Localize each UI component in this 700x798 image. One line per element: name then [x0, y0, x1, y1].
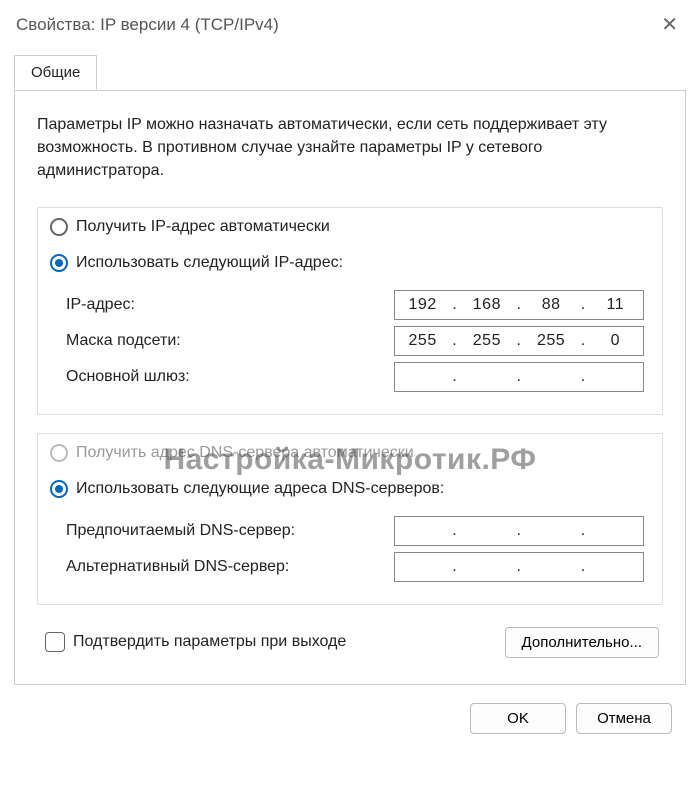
- preferred-dns-label: Предпочитаемый DNS-сервер:: [66, 522, 295, 540]
- tab-strip: [14, 90, 686, 91]
- ip-octet[interactable]: 88: [523, 296, 578, 314]
- validate-label: Подтвердить параметры при выходе: [73, 633, 346, 651]
- radio-icon: [50, 218, 68, 236]
- radio-ip-manual[interactable]: Использовать следующий IP-адрес:: [38, 244, 662, 280]
- radio-dns-manual[interactable]: Использовать следующие адреса DNS-сервер…: [38, 470, 662, 506]
- checkbox-icon: [45, 632, 65, 652]
- ip-octet[interactable]: 168: [459, 296, 514, 314]
- radio-icon: [50, 444, 68, 462]
- close-icon[interactable]: ✕: [653, 8, 686, 41]
- validate-checkbox[interactable]: Подтвердить параметры при выходе: [45, 632, 346, 652]
- advanced-button[interactable]: Дополнительно...: [505, 627, 659, 658]
- intro-text: Параметры IP можно назначать автоматичес…: [37, 113, 663, 183]
- radio-ip-auto[interactable]: Получить IP-адрес автоматически: [38, 208, 662, 244]
- radio-ip-manual-label: Использовать следующий IP-адрес:: [76, 254, 343, 272]
- tab-general[interactable]: Общие: [14, 55, 97, 90]
- ip-group: Получить IP-адрес автоматически Использо…: [37, 207, 663, 415]
- ip-octet[interactable]: 0: [588, 332, 643, 350]
- radio-icon: [50, 480, 68, 498]
- ip-address-input[interactable]: 192. 168. 88. 11: [394, 290, 644, 320]
- radio-dns-auto: Получить адрес DNS-сервера автоматически: [38, 434, 662, 470]
- ip-address-label: IP-адрес:: [66, 296, 135, 314]
- preferred-dns-input[interactable]: . . .: [394, 516, 644, 546]
- subnet-mask-label: Маска подсети:: [66, 332, 181, 350]
- ip-octet[interactable]: 255: [459, 332, 514, 350]
- radio-dns-manual-label: Использовать следующие адреса DNS-сервер…: [76, 480, 444, 498]
- ip-octet[interactable]: 255: [523, 332, 578, 350]
- ip-octet[interactable]: 11: [588, 296, 643, 314]
- radio-icon: [50, 254, 68, 272]
- ok-button[interactable]: OK: [470, 703, 566, 734]
- gateway-label: Основной шлюз:: [66, 368, 190, 386]
- subnet-mask-input[interactable]: 255. 255. 255. 0: [394, 326, 644, 356]
- dns-group: Получить адрес DNS-сервера автоматически…: [37, 433, 663, 605]
- ip-octet[interactable]: 255: [395, 332, 450, 350]
- radio-ip-auto-label: Получить IP-адрес автоматически: [76, 218, 330, 236]
- gateway-input[interactable]: . . .: [394, 362, 644, 392]
- radio-dns-auto-label: Получить адрес DNS-сервера автоматически: [76, 444, 414, 462]
- cancel-button[interactable]: Отмена: [576, 703, 672, 734]
- ip-octet[interactable]: 192: [395, 296, 450, 314]
- alternate-dns-input[interactable]: . . .: [394, 552, 644, 582]
- alternate-dns-label: Альтернативный DNS-сервер:: [66, 558, 289, 576]
- window-title: Свойства: IP версии 4 (TCP/IPv4): [16, 15, 279, 35]
